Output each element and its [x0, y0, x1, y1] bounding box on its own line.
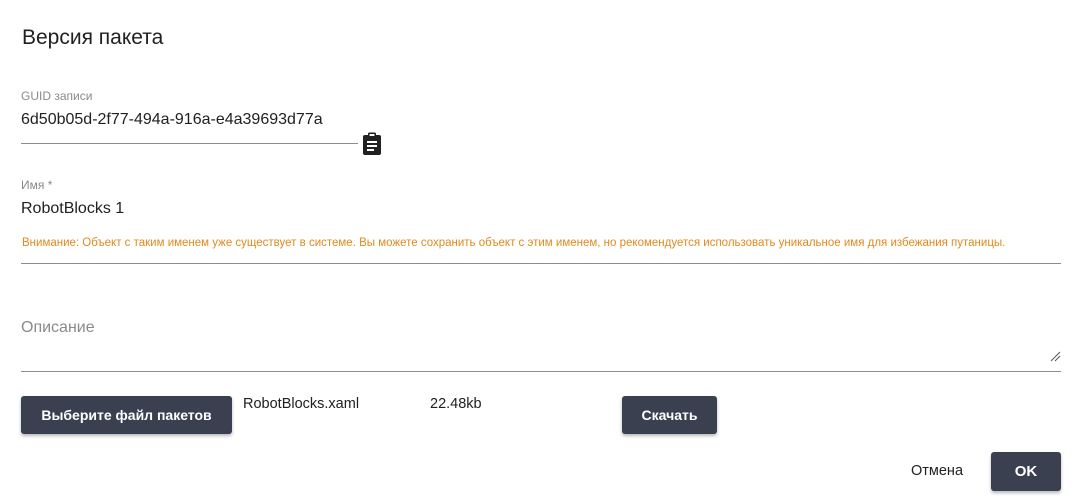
name-warning: Внимание: Объект с таким именем уже суще…: [22, 237, 1006, 249]
select-file-button[interactable]: Выберите файл пакетов: [21, 396, 232, 434]
guid-value[interactable]: 6d50b05d-2f77-494a-916a-e4a39693d77a: [21, 111, 323, 129]
name-label: Имя *: [21, 178, 53, 192]
description-underline: [21, 371, 1061, 372]
cancel-button[interactable]: Отмена: [897, 452, 977, 490]
description-textarea[interactable]: Описание: [21, 319, 95, 337]
dialog-title: Версия пакета: [22, 26, 164, 49]
ok-button[interactable]: OK: [991, 452, 1061, 491]
resize-handle-icon[interactable]: [1050, 349, 1061, 362]
file-name: RobotBlocks.xaml: [243, 396, 360, 412]
name-input[interactable]: RobotBlocks 1: [21, 200, 124, 218]
download-button[interactable]: Скачать: [622, 396, 717, 434]
guid-label: GUID записи: [21, 89, 93, 103]
file-size: 22.48kb: [430, 396, 482, 412]
clipboard-icon[interactable]: [361, 132, 383, 156]
guid-underline: [21, 143, 358, 144]
name-underline: [21, 263, 1061, 264]
